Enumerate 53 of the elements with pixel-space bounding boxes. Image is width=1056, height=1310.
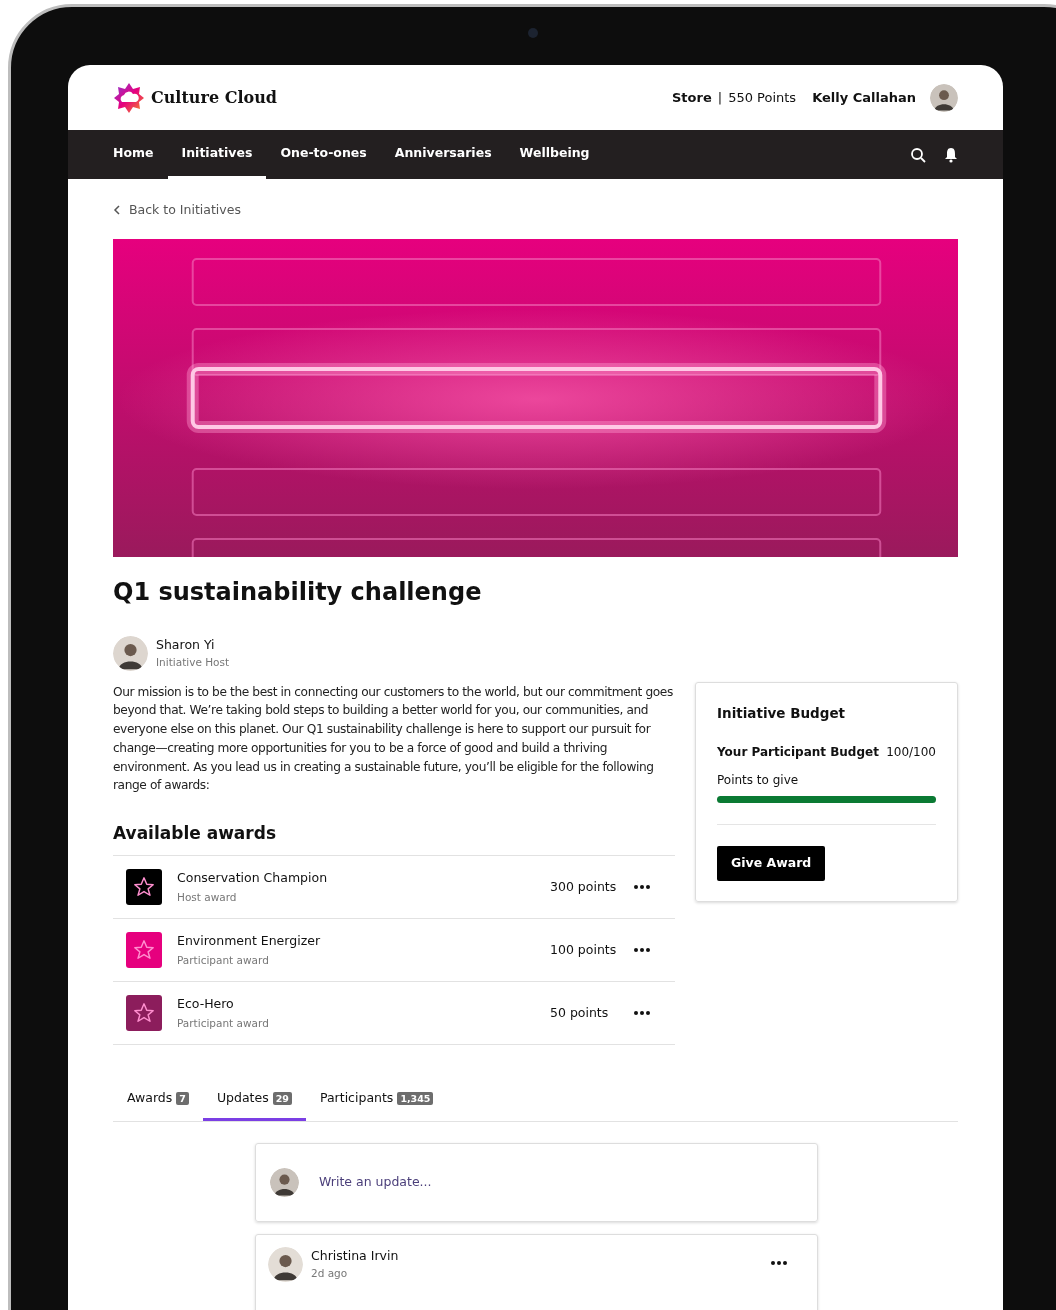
user-avatar xyxy=(930,83,958,112)
award-type: Participant award xyxy=(177,1016,269,1032)
award-points: 50 points xyxy=(550,1004,610,1023)
star-icon xyxy=(133,939,155,962)
logo-icon xyxy=(113,81,145,114)
award-type: Host award xyxy=(177,890,238,906)
store-link[interactable]: Store xyxy=(672,87,712,108)
host-avatar xyxy=(113,635,148,671)
budget-label: Your Participant Budget xyxy=(717,744,879,761)
award-type: Participant award xyxy=(177,953,270,969)
nav-tab[interactable]: Wellbeing xyxy=(505,130,604,179)
nav-tab[interactable]: One-to-ones xyxy=(266,130,381,179)
budget-value: 100/100 xyxy=(886,744,936,761)
more-icon[interactable] xyxy=(634,1011,650,1016)
bell-icon[interactable] xyxy=(944,146,958,163)
author-name: Christina Irvin xyxy=(311,1247,399,1266)
budget-title: Initiative Budget xyxy=(717,703,847,723)
awards-heading: Available awards xyxy=(113,821,277,845)
search-icon[interactable] xyxy=(910,146,926,163)
update-placeholder: Write an update... xyxy=(319,1173,432,1192)
points-label: Points to give xyxy=(717,772,800,789)
points-balance: 550 Points xyxy=(728,88,797,107)
author-avatar xyxy=(268,1247,303,1283)
star-icon xyxy=(133,876,155,899)
give-award-button[interactable]: Give Award xyxy=(717,846,826,881)
more-icon[interactable] xyxy=(634,885,650,890)
page-title: Q1 sustainability challenge xyxy=(113,576,483,608)
description: Our mission is to be the best in connecting our customers to the world, but our commitment goes beyond that. We’re taking bold steps to building a better world for you, our communities, and everyone else on this planet. Our Q1 sustainability challenge is here to support our pursuit for change—creating more opportunities for you to be a force of good and build a thriving environment. As you lead us in creating a sustainable future, you’ll be eligible for the following range of awards: xyxy=(113,683,674,795)
nav-tab[interactable]: Home xyxy=(99,130,168,179)
host-role: Initiative Host xyxy=(156,654,230,670)
content-tab[interactable]: Awards 7 xyxy=(113,1089,203,1122)
user-avatar xyxy=(270,1168,299,1198)
more-icon[interactable] xyxy=(634,948,650,953)
award-points: 300 points xyxy=(550,878,618,897)
host-name: Sharon Yi xyxy=(156,636,216,654)
nav-tab[interactable]: Initiatives xyxy=(167,130,267,179)
award-name: Conservation Champion xyxy=(177,868,328,887)
award-name: Environment Energizer xyxy=(177,931,321,950)
separator: | xyxy=(717,88,723,107)
chevron-left-icon xyxy=(113,205,121,216)
award-name: Eco-Hero xyxy=(177,994,235,1013)
user-name[interactable]: Kelly Callahan xyxy=(812,87,916,108)
star-icon xyxy=(133,1002,155,1025)
more-icon[interactable] xyxy=(771,1261,787,1266)
brand-name: Culture Cloud xyxy=(151,86,277,109)
content-tab[interactable]: Participants 1,345 xyxy=(305,1089,448,1122)
back-link[interactable]: Back to Initiatives xyxy=(113,201,958,220)
content-tab[interactable]: Updates 29 xyxy=(202,1089,306,1122)
nav-tab[interactable]: Anniversaries xyxy=(380,130,506,179)
award-points: 100 points xyxy=(550,941,618,960)
camera-icon xyxy=(528,28,538,38)
post-time: 2d ago xyxy=(311,1265,349,1281)
update-composer[interactable]: Write an update... xyxy=(255,1143,818,1223)
